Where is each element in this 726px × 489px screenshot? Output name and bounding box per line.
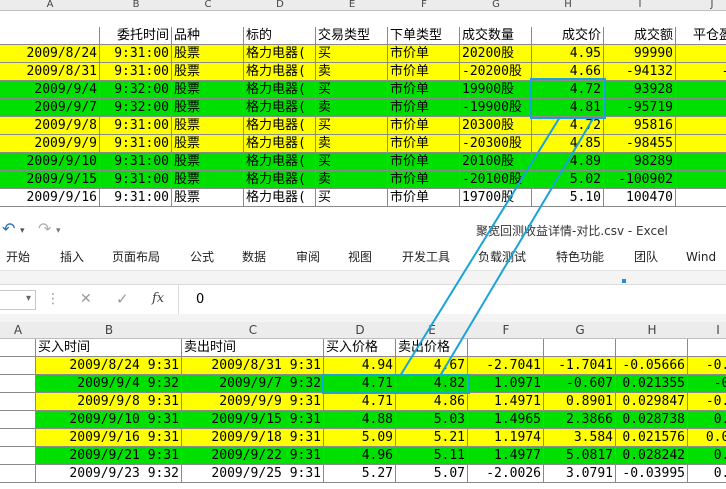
connector-lines [399,116,595,377]
connector-line-2 [439,116,595,377]
connector-line-1 [399,116,561,377]
